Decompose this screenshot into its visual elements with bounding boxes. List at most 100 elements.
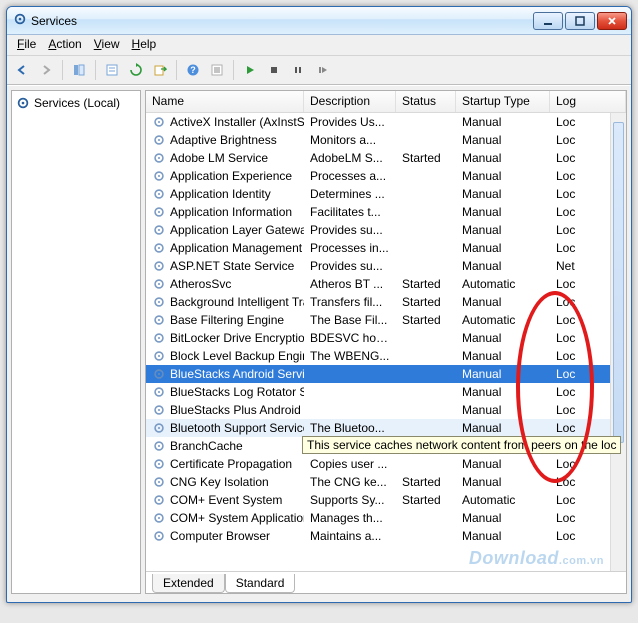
service-status bbox=[396, 139, 456, 141]
service-name: BitLocker Drive Encryption Ser... bbox=[170, 331, 304, 345]
toolbar-sep bbox=[233, 60, 234, 80]
service-desc: Maintains a... bbox=[304, 528, 396, 544]
table-row[interactable]: CNG Key IsolationThe CNG ke...StartedMan… bbox=[146, 473, 626, 491]
table-row[interactable]: BlueStacks Log Rotator ServiceManualLoc bbox=[146, 383, 626, 401]
service-list[interactable]: ActiveX Installer (AxInstSV)Provides Us.… bbox=[146, 113, 626, 571]
window-title: Services bbox=[31, 14, 533, 28]
service-icon bbox=[152, 403, 166, 417]
table-row[interactable]: Adobe LM ServiceAdobeLM S...StartedManua… bbox=[146, 149, 626, 167]
service-icon bbox=[152, 205, 166, 219]
forward-button[interactable] bbox=[35, 59, 57, 81]
col-status[interactable]: Status bbox=[396, 91, 456, 112]
tree-pane[interactable]: Services (Local) bbox=[11, 90, 141, 594]
table-row[interactable]: Application IdentityDetermines ...Manual… bbox=[146, 185, 626, 203]
service-icon bbox=[152, 331, 166, 345]
action-button[interactable] bbox=[206, 59, 228, 81]
table-row[interactable]: ASP.NET State ServiceProvides su...Manua… bbox=[146, 257, 626, 275]
service-desc: Facilitates t... bbox=[304, 204, 396, 220]
table-row[interactable]: Base Filtering EngineThe Base Fil...Star… bbox=[146, 311, 626, 329]
service-desc: Processes a... bbox=[304, 168, 396, 184]
refresh-button[interactable] bbox=[125, 59, 147, 81]
table-row[interactable]: Certificate PropagationCopies user ...Ma… bbox=[146, 455, 626, 473]
table-row[interactable]: BitLocker Drive Encryption Ser...BDESVC … bbox=[146, 329, 626, 347]
service-status bbox=[396, 211, 456, 213]
service-startup: Manual bbox=[456, 384, 550, 400]
table-row[interactable]: COM+ System ApplicationManages th...Manu… bbox=[146, 509, 626, 527]
col-logon[interactable]: Log bbox=[550, 91, 626, 112]
service-desc: Processes in... bbox=[304, 240, 396, 256]
pause-service-button[interactable] bbox=[287, 59, 309, 81]
menu-help[interactable]: Help bbox=[132, 37, 157, 51]
menu-view[interactable]: View bbox=[94, 37, 120, 51]
maximize-button[interactable] bbox=[565, 12, 595, 30]
service-icon bbox=[152, 241, 166, 255]
service-startup: Manual bbox=[456, 150, 550, 166]
tab-extended[interactable]: Extended bbox=[152, 574, 225, 593]
menu-file[interactable]: File bbox=[17, 37, 36, 51]
scroll-thumb[interactable] bbox=[613, 122, 624, 443]
table-row[interactable]: BlueStacks Plus Android Servi...ManualLo… bbox=[146, 401, 626, 419]
service-status: Started bbox=[396, 312, 456, 328]
show-hide-tree-button[interactable] bbox=[68, 59, 90, 81]
minimize-button[interactable] bbox=[533, 12, 563, 30]
export-button[interactable] bbox=[149, 59, 171, 81]
service-icon bbox=[152, 421, 166, 435]
service-icon bbox=[152, 475, 166, 489]
table-row[interactable]: ActiveX Installer (AxInstSV)Provides Us.… bbox=[146, 113, 626, 131]
table-row[interactable]: Application ExperienceProcesses a...Manu… bbox=[146, 167, 626, 185]
table-row[interactable]: Application ManagementProcesses in...Man… bbox=[146, 239, 626, 257]
properties-button[interactable] bbox=[101, 59, 123, 81]
service-name: CNG Key Isolation bbox=[170, 475, 269, 489]
service-icon bbox=[152, 367, 166, 381]
app-icon bbox=[13, 12, 27, 29]
col-description[interactable]: Description bbox=[304, 91, 396, 112]
service-status: Started bbox=[396, 150, 456, 166]
table-row[interactable]: COM+ Event SystemSupports Sy...StartedAu… bbox=[146, 491, 626, 509]
vertical-scrollbar[interactable] bbox=[610, 113, 626, 571]
help-button[interactable]: ? bbox=[182, 59, 204, 81]
service-name: Base Filtering Engine bbox=[170, 313, 284, 327]
service-desc bbox=[304, 373, 396, 375]
service-startup: Manual bbox=[456, 528, 550, 544]
table-row[interactable]: Application InformationFacilitates t...M… bbox=[146, 203, 626, 221]
service-name: BranchCache bbox=[170, 439, 243, 453]
table-row[interactable]: Background Intelligent Transf...Transfer… bbox=[146, 293, 626, 311]
service-icon bbox=[152, 295, 166, 309]
stop-service-button[interactable] bbox=[263, 59, 285, 81]
toolbar-sep bbox=[176, 60, 177, 80]
service-status: Started bbox=[396, 276, 456, 292]
service-desc: The Bluetoo... bbox=[304, 420, 396, 436]
close-button[interactable] bbox=[597, 12, 627, 30]
service-name: Certificate Propagation bbox=[170, 457, 292, 471]
table-row[interactable]: Application Layer Gateway Ser...Provides… bbox=[146, 221, 626, 239]
table-row[interactable]: Bluetooth Support ServiceThe Bluetoo...M… bbox=[146, 419, 626, 437]
table-row[interactable]: Computer BrowserMaintains a...ManualLoc bbox=[146, 527, 626, 545]
tree-root[interactable]: Services (Local) bbox=[14, 95, 138, 111]
table-row[interactable]: Block Level Backup Engine Ser...The WBEN… bbox=[146, 347, 626, 365]
toolbar: ? bbox=[7, 55, 631, 85]
service-icon bbox=[152, 439, 166, 453]
service-desc: Atheros BT ... bbox=[304, 276, 396, 292]
menu-action[interactable]: Action bbox=[48, 37, 81, 51]
service-status bbox=[396, 409, 456, 411]
restart-service-button[interactable] bbox=[311, 59, 333, 81]
service-status bbox=[396, 175, 456, 177]
start-service-button[interactable] bbox=[239, 59, 261, 81]
table-row[interactable]: BlueStacks Android ServiceManualLoc bbox=[146, 365, 626, 383]
col-name[interactable]: Name bbox=[146, 91, 304, 112]
service-status bbox=[396, 391, 456, 393]
table-row[interactable]: Adaptive BrightnessMonitors a...ManualLo… bbox=[146, 131, 626, 149]
service-name: AtherosSvc bbox=[170, 277, 231, 291]
tab-standard[interactable]: Standard bbox=[225, 574, 296, 593]
service-desc: AdobeLM S... bbox=[304, 150, 396, 166]
service-desc: Provides Us... bbox=[304, 114, 396, 130]
service-name: Application Identity bbox=[170, 187, 271, 201]
service-startup: Manual bbox=[456, 348, 550, 364]
col-startup-type[interactable]: Startup Type bbox=[456, 91, 550, 112]
titlebar[interactable]: Services bbox=[7, 7, 631, 35]
service-desc: Provides su... bbox=[304, 258, 396, 274]
table-row[interactable]: AtherosSvcAtheros BT ...StartedAutomatic… bbox=[146, 275, 626, 293]
service-status bbox=[396, 265, 456, 267]
back-button[interactable] bbox=[11, 59, 33, 81]
column-headers: Name Description Status Startup Type Log bbox=[146, 91, 626, 113]
